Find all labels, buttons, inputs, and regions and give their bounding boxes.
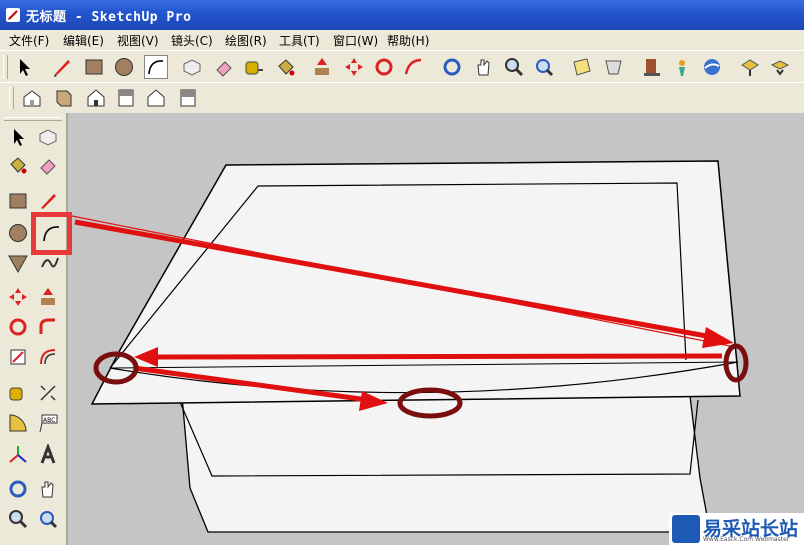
svg-text:ABC: ABC [43,417,55,424]
zoom-icon[interactable] [502,55,526,79]
extension-icon[interactable] [768,55,792,79]
sketchup-app-icon[interactable] [5,7,21,23]
arc-icon-active[interactable] [144,55,168,79]
toolbar-grip[interactable] [3,55,8,79]
views-toolbar [0,82,804,115]
iso-view-icon[interactable] [20,86,44,110]
tape-measure-icon[interactable] [6,381,30,405]
dimension-icon[interactable] [36,381,60,405]
modeling-viewport[interactable] [68,113,804,545]
menu-view[interactable]: 视图(V) [117,32,159,49]
text-icon[interactable]: ABC [36,411,60,435]
rotate-icon[interactable] [6,315,30,339]
rectangle-icon[interactable] [82,55,106,79]
menu-bar: 文件(F) 编辑(E) 视图(V) 镜头(C) 绘图(R) 工具(T) 窗口(W… [0,30,804,50]
left-toolbar: ABC [0,113,68,545]
menu-edit[interactable]: 编辑(E) [63,32,104,49]
follow-me-icon[interactable] [402,55,426,79]
axes-icon[interactable] [6,443,30,467]
rotate-icon[interactable] [372,55,396,79]
share-model-icon[interactable] [700,55,724,79]
arc-tool-highlight-box [31,212,72,255]
warehouse-icon[interactable] [738,55,762,79]
zoom-icon[interactable] [6,507,30,531]
pan-icon[interactable] [472,55,496,79]
line-pencil-icon[interactable] [50,55,74,79]
paint-bucket-icon[interactable] [6,153,30,177]
back-view-icon[interactable] [144,86,168,110]
move-icon[interactable] [342,55,366,79]
components-icon[interactable] [602,55,626,79]
offset-icon[interactable] [36,345,60,369]
red-arrow-to-left-point [149,353,723,360]
line-pencil-icon[interactable] [36,189,60,213]
follow-me-icon[interactable] [36,315,60,339]
rectangle-icon[interactable] [6,189,30,213]
paint-bucket-icon[interactable] [274,55,298,79]
toolbar-grip[interactable] [9,87,14,109]
eraser-icon[interactable] [212,55,236,79]
push-pull-icon[interactable] [36,285,60,309]
eraser-icon[interactable] [36,153,60,177]
front-view-icon[interactable] [84,86,108,110]
make-component-icon[interactable] [180,55,204,79]
menu-window[interactable]: 窗口(W) [333,32,378,49]
pan-icon[interactable] [36,477,60,501]
window-title: 无标题 - SketchUp Pro [26,10,192,25]
push-pull-icon[interactable] [310,55,334,79]
left-view-icon[interactable] [176,86,200,110]
move-icon[interactable] [6,285,30,309]
watermark-logo-icon [672,515,700,543]
polygon-icon[interactable] [6,251,30,275]
watermark-subtext: Www.Easck.Com Webmaster [703,536,790,543]
menu-help[interactable]: 帮助(H) [387,32,429,49]
get-models-icon[interactable] [670,55,694,79]
menu-file[interactable]: 文件(F) [9,32,49,49]
section-plane-icon[interactable] [570,55,594,79]
title-bar: 无标题 - SketchUp Pro [0,0,804,30]
watermark: 易采站长站 Www.Easck.Com Webmaster [669,513,804,545]
select-icon[interactable] [6,125,30,149]
scale-icon[interactable] [6,345,30,369]
3d-text-icon[interactable] [36,443,60,467]
toolbar-grip[interactable] [4,117,62,121]
menu-tools[interactable]: 工具(T) [279,32,320,49]
orbit-icon[interactable] [440,55,464,79]
protractor-icon[interactable] [6,411,30,435]
orbit-icon[interactable] [6,477,30,501]
geo-location-icon[interactable] [640,55,664,79]
circle-icon[interactable] [6,221,30,245]
circle-icon[interactable] [112,55,136,79]
zoom-extents-icon[interactable] [532,55,556,79]
tape-measure-icon[interactable] [242,55,266,79]
main-toolbar [0,50,804,84]
menu-camera[interactable]: 镜头(C) [171,32,213,49]
top-view-icon[interactable] [52,86,76,110]
menu-draw[interactable]: 绘图(R) [225,32,267,49]
make-component-icon[interactable] [36,125,60,149]
select-icon[interactable] [12,55,36,79]
zoom-window-icon[interactable] [36,507,60,531]
model-drawing [71,160,749,533]
right-view-icon[interactable] [114,86,138,110]
